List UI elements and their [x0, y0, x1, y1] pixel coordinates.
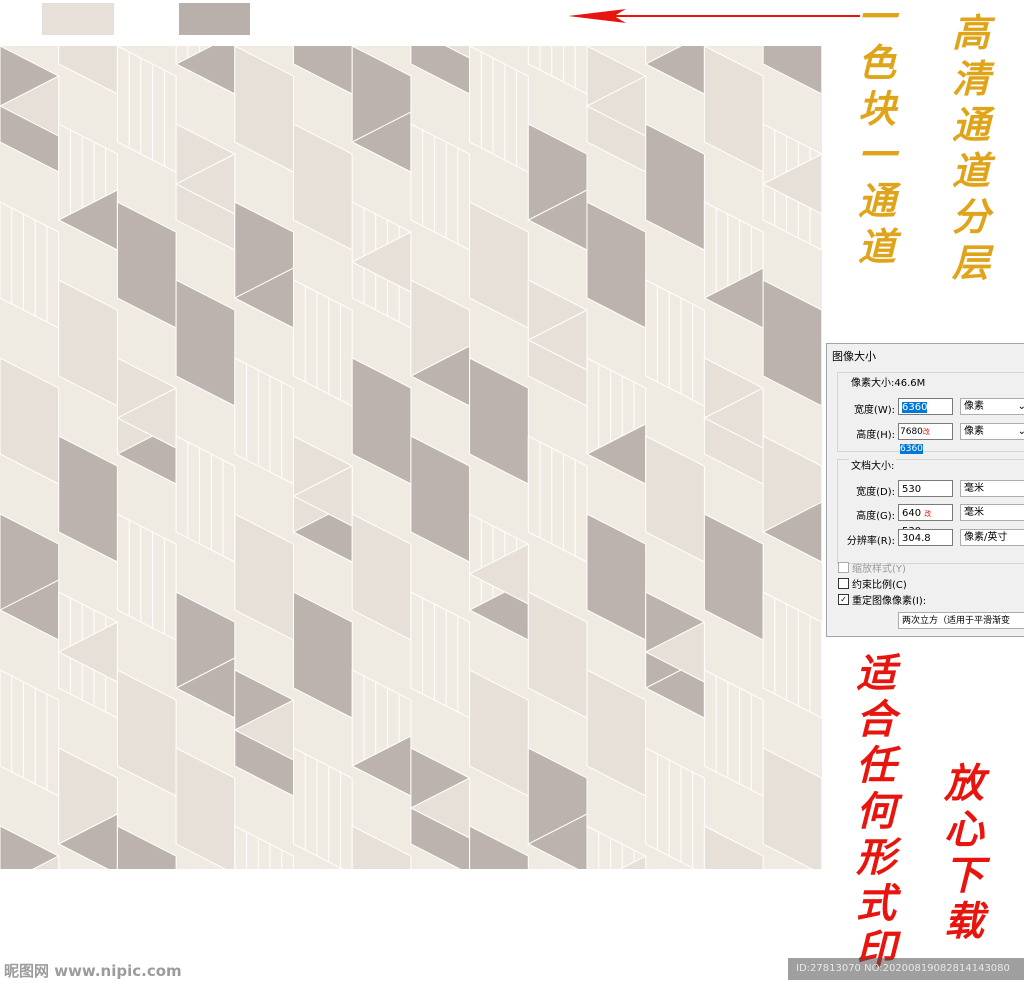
text-char: 块 — [858, 86, 897, 131]
text-char: 形 — [856, 834, 896, 881]
text-char: 放 — [944, 760, 984, 807]
image-id-watermark: ID:27813070 NO:20200819082814143080 — [788, 958, 1024, 980]
text-char: 合 — [856, 696, 896, 743]
text-char: 高 — [952, 10, 991, 55]
dialog-title: 图像大小 — [832, 350, 876, 363]
doc-height-unit-select[interactable]: 毫米 — [960, 504, 1024, 521]
width-input[interactable]: 6360 — [898, 398, 953, 415]
one-color-one-channel-text: 一色块一通道 — [858, 0, 896, 274]
text-char: 道 — [858, 224, 897, 269]
suitable-print-text: 适合任何形式印 — [856, 654, 896, 976]
hd-channel-layers-text: 高清通道分层 — [952, 14, 990, 290]
text-char: 式 — [856, 880, 896, 927]
chevron-down-icon: ⌄ — [1017, 401, 1024, 412]
text-char: 层 — [952, 240, 991, 285]
constrain-proportions-checkbox[interactable]: 约束比例(C) — [838, 576, 907, 591]
text-char: 心 — [944, 806, 984, 853]
resolution-input[interactable]: 304.8 — [898, 529, 953, 546]
text-char: 分 — [952, 194, 991, 239]
resample-method-select[interactable]: 两次立方（适用于平滑渐变 — [898, 612, 1024, 629]
height-label: 高度(H): — [856, 430, 895, 441]
text-char: 何 — [856, 788, 896, 835]
resample-checkbox[interactable]: ✓ 重定图像像素(I): — [838, 592, 926, 607]
dark-color-swatch — [179, 3, 250, 35]
text-char: 道 — [952, 148, 991, 193]
text-char: 载 — [944, 898, 984, 945]
edit-mark: 改 — [922, 428, 930, 436]
text-char: 色 — [858, 40, 897, 85]
check-icon: ✓ — [838, 594, 849, 605]
scale-styles-checkbox[interactable]: 缩放样式(Y) — [838, 560, 906, 575]
pixel-dimensions-label: 像素大小:46.6M — [849, 374, 928, 389]
site-watermark: 昵图网 www.nipic.com — [4, 962, 182, 980]
left-arrow-icon — [568, 9, 860, 23]
geometric-pattern — [0, 46, 822, 869]
light-color-swatch — [42, 3, 114, 35]
text-char: 下 — [944, 852, 984, 899]
download-safe-text: 放心下载 — [944, 764, 984, 948]
doc-height-label: 高度(G): — [856, 511, 895, 522]
chevron-down-icon: ⌄ — [1017, 426, 1024, 437]
text-char: 清 — [952, 56, 991, 101]
document-size-label: 文档大小: — [849, 457, 897, 472]
doc-width-label: 宽度(D): — [856, 487, 895, 498]
text-char: 一 — [858, 0, 897, 39]
text-char: 任 — [856, 742, 896, 789]
text-char: 通 — [952, 102, 991, 147]
resolution-label: 分辨率(R): — [846, 536, 895, 547]
resolution-unit-select[interactable]: 像素/英寸 — [960, 529, 1024, 546]
text-char: 适 — [856, 650, 896, 697]
text-char: 通 — [858, 178, 897, 223]
width-label: 宽度(W): — [853, 405, 895, 416]
edit-mark: 改 — [924, 510, 932, 518]
width-unit-select[interactable]: 像素 ⌄ — [960, 398, 1024, 415]
doc-height-input[interactable]: 640 改 530 — [898, 504, 953, 537]
image-size-dialog: 图像大小 像素大小:46.6M 宽度(W): 6360 像素 ⌄ 高度(H): 7… — [826, 343, 1024, 637]
text-char: 一 — [858, 132, 897, 177]
doc-width-input[interactable]: 530 — [898, 480, 953, 497]
doc-width-unit-select[interactable]: 毫米 — [960, 480, 1024, 497]
height-unit-select[interactable]: 像素 ⌄ — [960, 423, 1024, 440]
height-input[interactable]: 7680改6360 — [898, 423, 953, 454]
